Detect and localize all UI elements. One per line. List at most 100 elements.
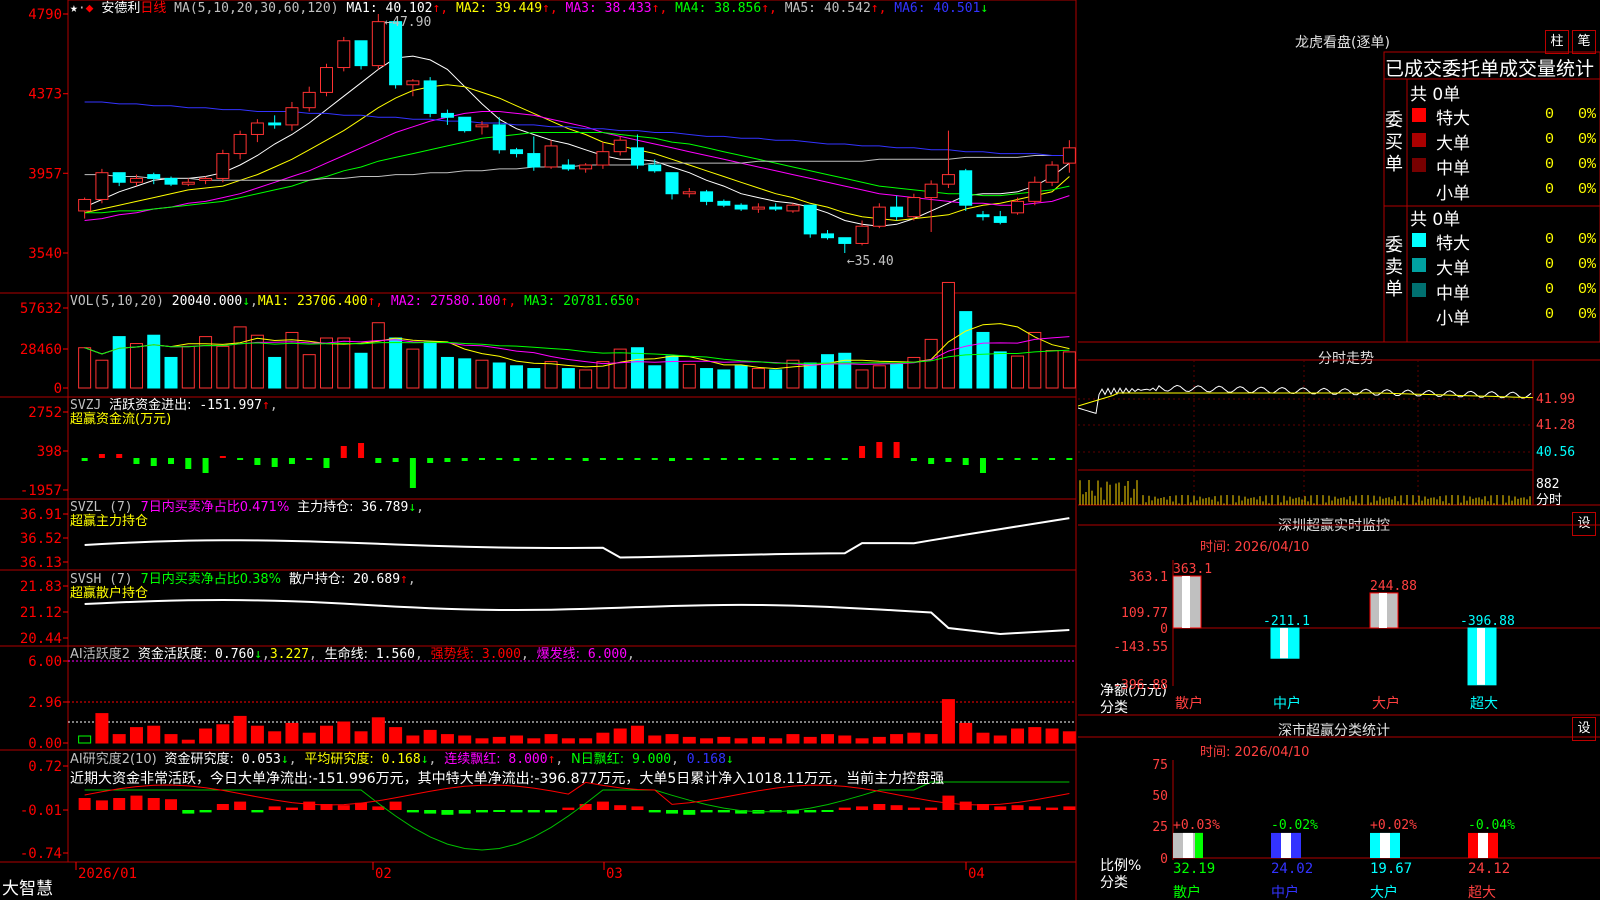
candle-body: [112, 172, 126, 183]
svzj-axis-label: 398: [37, 444, 62, 460]
fenshi-avg-line: [1078, 392, 1534, 407]
szmon-bar: [1369, 592, 1399, 629]
flow-bar: [651, 458, 658, 460]
bar-view-button[interactable]: 柱: [1545, 30, 1569, 54]
activity-bar: [268, 731, 282, 744]
research-bar: [873, 804, 886, 810]
szmon-bar: [1270, 627, 1300, 659]
vol-ma1-value: MA1: 23706.400: [257, 294, 368, 309]
date-axis-label: 04: [968, 866, 985, 882]
svsh-header: SVSH (7) 7日内买卖净占比0.38% 散户持仓: 20.689↑,: [70, 572, 416, 587]
ai2-title: AI研究度2(10): [70, 752, 157, 767]
svsh-axis-label: 20.44: [20, 631, 62, 647]
candle-body: [630, 147, 644, 166]
ma3-arrow: ↑,: [651, 1, 676, 16]
candle-body: [769, 206, 783, 210]
lhb-tab[interactable]: 已成交委托单成交量统计: [1385, 54, 1594, 81]
ma2-arrow: ↑,: [542, 1, 566, 16]
sell-row-swatch: [1412, 233, 1426, 247]
star-icon[interactable]: ★: [70, 1, 78, 16]
activity-bar: [803, 736, 817, 744]
szcls-cat-label: 散户: [1173, 884, 1201, 900]
buy-row-swatch: [1412, 133, 1426, 147]
flow-bar: [219, 456, 226, 458]
buy-row-name: 大单: [1436, 134, 1470, 154]
volume-bar: [561, 368, 575, 389]
activity-bar: [510, 735, 524, 744]
candle-body: [302, 91, 316, 109]
volume-bar: [181, 345, 195, 389]
ai1-value: 0.760: [215, 647, 255, 662]
vol-arrow: ↓: [242, 294, 251, 309]
buy-row-name: 特大: [1436, 109, 1470, 129]
candle-body: [423, 80, 437, 114]
volume-bar: [993, 351, 1007, 389]
price-axis-label: 4373: [28, 87, 62, 103]
szmon-axis-label: -143.55: [1113, 640, 1168, 655]
candle-body: [959, 170, 973, 206]
volume-bar: [872, 365, 886, 389]
candle-body: [924, 183, 938, 199]
flow-bar: [375, 458, 382, 463]
flow-bar: [461, 458, 468, 461]
ai2-avg-key: 平均研究度:: [304, 752, 374, 767]
ai1-arrow: ↓: [254, 647, 263, 662]
szmon-time: 时间: 2026/04/10: [1200, 540, 1310, 555]
buy-row-percent: 0%: [1578, 106, 1597, 123]
activity-bar: [717, 736, 731, 744]
szcls-settings-button[interactable]: 设: [1572, 717, 1596, 741]
ma-line-MA4: [84, 132, 1070, 214]
candle-body: [561, 164, 575, 170]
szmon-cat-label: 超大: [1470, 696, 1498, 712]
szcls-title: 深市超赢分类统计: [1278, 723, 1390, 739]
activity-bar: [682, 736, 696, 744]
volume-bar: [354, 352, 368, 389]
flow-bar: [98, 454, 105, 458]
flow-bar: [962, 458, 969, 465]
flow-bar: [807, 458, 814, 460]
szcls-axis-label: 25: [1152, 820, 1168, 835]
szcls-bar-edge: [1392, 832, 1400, 858]
szcls-pct-label: +0.02%: [1370, 818, 1417, 833]
research-bar: [424, 810, 437, 814]
svzl-note: 7日内买卖净占比0.471%: [140, 500, 290, 515]
activity-bar: [734, 738, 748, 744]
ai1-strong-key: 强势线:: [430, 647, 475, 662]
flow-bar: [133, 458, 140, 464]
tick-view-button[interactable]: 笔: [1572, 30, 1596, 54]
research-bar: [994, 806, 1007, 810]
research-bar: [683, 810, 696, 815]
activity-bar: [527, 738, 541, 744]
flow-bar: [271, 458, 278, 467]
buy-row-swatch: [1412, 108, 1426, 122]
ai2-axis-label: -0.74: [20, 846, 62, 862]
flow-bar: [237, 458, 244, 460]
vol-value: 20040.000: [171, 294, 243, 309]
flow-bar: [306, 458, 313, 460]
szcls-cat-label: 超大: [1468, 885, 1496, 900]
vol-axis-label: 28460: [20, 342, 62, 358]
lhb-title: 龙虎看盘(逐单): [1295, 35, 1390, 51]
buy-row-count: 0: [1545, 106, 1555, 123]
ai2-avg-value: 0.168: [381, 752, 421, 767]
vol-axis-label: 0: [54, 381, 62, 397]
candle-body: [700, 191, 714, 202]
period-label[interactable]: 日线: [140, 1, 166, 16]
candle-body: [440, 112, 454, 118]
stock-name[interactable]: 安德利: [101, 1, 140, 16]
szmon-settings-button[interactable]: 设: [1572, 512, 1596, 536]
candle-body: [786, 204, 800, 212]
volume-bar: [285, 331, 299, 389]
ai2-header: AI研究度2(10) 资金研究度: 0.053↓, 平均研究度: 0.168↓,…: [70, 752, 734, 767]
ma2-value: MA2: 39.449: [455, 1, 543, 16]
date-axis-label: 02: [375, 866, 392, 882]
flow-bar: [530, 458, 537, 460]
ai2-arrow: ↓: [280, 752, 289, 767]
flow-bar: [185, 458, 192, 469]
flow-bar: [599, 458, 606, 460]
szcls-bar-shine: [1380, 832, 1390, 858]
flow-bar: [928, 458, 935, 464]
research-bar: [562, 807, 575, 810]
research-bar: [856, 806, 869, 810]
buy-row-name: 小单: [1436, 184, 1470, 204]
